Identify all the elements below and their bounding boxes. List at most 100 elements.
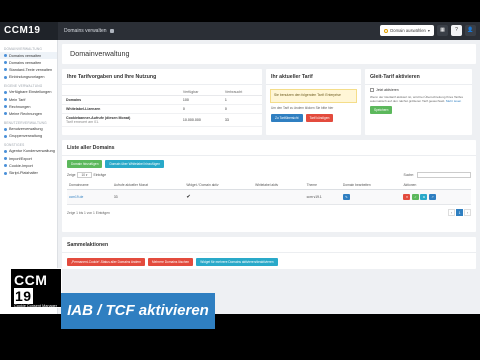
read-more-link[interactable]: Mehr lesen: [446, 99, 461, 103]
column-header[interactable]: Widget / Domain aktiv: [184, 181, 254, 190]
table-controls: Zeige 10 ▾ Einträge Suche:: [62, 172, 476, 178]
open-icon[interactable]: ↗: [428, 194, 436, 200]
glide-activate-checkbox[interactable]: Jetzt aktivieren: [365, 85, 472, 95]
add-domain-button[interactable]: Domain hinzufügen: [67, 160, 103, 168]
domain-list-card: Liste aller Domains Domain hinzufügen Do…: [62, 140, 476, 232]
sidebar-item-standard-texts[interactable]: Standard-Texte verwalten: [0, 66, 57, 73]
column-header: Verfügbar: [178, 88, 221, 96]
page-size-select[interactable]: 10 ▾: [77, 172, 92, 178]
bulk-actions-title: Sammelaktionen: [62, 237, 476, 253]
column-header[interactable]: Whitelabel aktiv: [253, 181, 305, 190]
copy-icon[interactable]: ⧉: [420, 194, 428, 200]
group-icon: [4, 134, 7, 138]
sidebar-item-embed-templates[interactable]: Einbindungsvorlagen: [0, 74, 57, 81]
next-page-button[interactable]: ›: [464, 209, 471, 216]
monthly-calls: 33: [111, 189, 185, 205]
add-whitelabel-domain-button[interactable]: Domain über Whitelabel hinzufügen: [105, 160, 164, 168]
chevron-down-icon: ▾: [427, 28, 430, 33]
main-content: Domainverwaltung Ihre Tarifvorgaben und …: [62, 44, 476, 312]
glide-description: Wenn der Gleittarif aktiviert ist, wird …: [365, 95, 472, 103]
sidebar-item-agency[interactable]: Agentur Kundenverwaltung: [0, 148, 57, 155]
sidebar-item-import-export[interactable]: Import/Export: [0, 155, 57, 162]
whitelabel-status: [253, 189, 305, 205]
bulk-actions-card: Sammelaktionen „Permanent-Cookie“-Status…: [62, 237, 476, 269]
text-icon: [4, 68, 7, 72]
prev-page-button[interactable]: ‹: [448, 209, 455, 216]
sidebar-item-label: Gruppenverwaltung: [9, 134, 43, 139]
row-label: Cookiebanner-Aufrufe (diesen Monat) Tarif…: [62, 113, 179, 127]
sidebar-item-my-invoices[interactable]: Meine Rechnungen: [0, 110, 57, 117]
checkbox-icon: [370, 88, 374, 92]
sidebar-item-script-placeholder[interactable]: Skript-Platzhalter: [0, 169, 57, 176]
save-button[interactable]: Speichern: [370, 106, 393, 115]
pagination: ‹ 1 ›: [448, 209, 471, 216]
sidebar-item-tariff[interactable]: Mein Tarif: [0, 96, 57, 103]
edit-domain-cell: ✎: [340, 189, 402, 205]
available-value: 0: [178, 104, 221, 114]
video-frame: CCM19 Domains verwalten Domain auswählen…: [0, 0, 480, 360]
edit-domain-button[interactable]: ✎: [342, 194, 350, 200]
user-menu-button[interactable]: 👤: [465, 25, 476, 36]
sidebar-item-label: Einbindungsvorlagen: [9, 75, 45, 80]
used-value: 33: [220, 113, 262, 127]
table-info: Zeige 1 bis 1 von 1 Einträgen: [67, 210, 110, 215]
column-header[interactable]: Theme: [304, 181, 341, 190]
delete-icon[interactable]: ✕: [403, 194, 411, 200]
settings-icon[interactable]: [109, 29, 114, 33]
sidebar-item-label: Skript-Platzhalter: [9, 171, 38, 176]
column-header[interactable]: Aufrufe aktueller Monat: [111, 181, 185, 190]
sidebar-item-domains[interactable]: Domains verwalten: [0, 52, 57, 60]
domain-select[interactable]: Domain auswählen ▾: [380, 25, 434, 36]
gear-icon: [4, 90, 7, 94]
toggle-widget-button[interactable]: Widget für mehrere Domains aktivieren/de…: [196, 258, 278, 266]
overlay-logo-subtitle: Cookie Consent Manager: [14, 304, 58, 308]
column-header[interactable]: Domainname: [67, 181, 112, 190]
sidebar-item-settings[interactable]: Verfügbare Einstellungen: [0, 89, 57, 96]
sidebar-item-cookie-import[interactable]: Cookie-Import: [0, 162, 57, 169]
help-button[interactable]: ?: [451, 25, 462, 36]
sidebar-section-label: Eigene Verwaltung: [4, 83, 43, 88]
sidebar-item-invoices[interactable]: Rechnungen: [0, 103, 57, 110]
sidebar-item-label: Agentur Kundenverwaltung: [9, 149, 55, 154]
page-size-value: 10: [81, 173, 86, 177]
permanent-cookie-status-button[interactable]: „Permanent-Cookie“-Status aller Domains …: [67, 258, 145, 266]
sidebar-item-groups[interactable]: Gruppenverwaltung: [0, 133, 57, 140]
tariff-note: Sie benutzen den folgenden Tarif: Enterp…: [270, 89, 357, 103]
grid-button[interactable]: ▦: [437, 25, 448, 36]
sidebar-item-domains-2[interactable]: Domains verwalten: [0, 59, 57, 66]
search-input[interactable]: [417, 172, 471, 178]
current-tariff-title: Ihr aktueller Tarif: [266, 69, 361, 85]
entries-label: Einträge: [93, 173, 107, 177]
domain-name-link[interactable]: ccm19.de: [67, 189, 112, 205]
cancel-tariff-button[interactable]: Tarif kündigen: [305, 114, 334, 122]
delete-domains-button[interactable]: Mehrere Domains löschen: [147, 258, 194, 266]
current-tariff-card: Ihr aktueller Tarif Sie benutzen den fol…: [266, 69, 361, 135]
tariff-usage-table: Verfügbar Verbraucht Domains 100 1 White…: [62, 88, 262, 127]
row-sublabel: Tarif erneuert am 01.: [66, 120, 100, 124]
sidebar-item-label: Benutzerverwaltung: [9, 127, 43, 132]
activate-icon[interactable]: ✓: [411, 194, 419, 200]
table-row: Domains 100 1: [62, 95, 262, 105]
actions-cell: ✕ ✓ ⧉ ↗: [401, 189, 471, 205]
sidebar-section-label: Benutzerverwaltung: [4, 120, 47, 125]
check-icon: ✔: [184, 189, 254, 205]
sidebar-item-users[interactable]: Benutzerverwaltung: [0, 126, 57, 133]
theme-name: ccm v19.1: [304, 189, 341, 205]
app-logo[interactable]: CCM19: [0, 22, 58, 40]
briefcase-icon: [4, 149, 7, 153]
page-1-button[interactable]: 1: [456, 209, 463, 216]
column-header: Domain bearbeiten: [340, 181, 402, 190]
domain-status-icon: [384, 28, 389, 33]
tag-icon: [4, 98, 7, 102]
sidebar-item-label: Mein Tarif: [9, 97, 26, 102]
sidebar-item-label: Import/Export: [9, 156, 32, 161]
checkbox-label: Jetzt aktivieren: [376, 88, 399, 92]
app-window: CCM19 Domains verwalten Domain auswählen…: [0, 22, 480, 314]
tariff-overview-button[interactable]: Zu Tarifübersicht: [271, 114, 303, 122]
overlay-logo-text: CCM: [14, 272, 48, 288]
available-value: 10.000.000: [178, 113, 221, 127]
tariff-usage-title: Ihre Tarifvorgaben und Ihre Nutzung: [62, 69, 262, 85]
logo-text: CCM: [4, 25, 29, 36]
user-icon: [4, 127, 7, 131]
cookie-icon: [4, 164, 7, 168]
